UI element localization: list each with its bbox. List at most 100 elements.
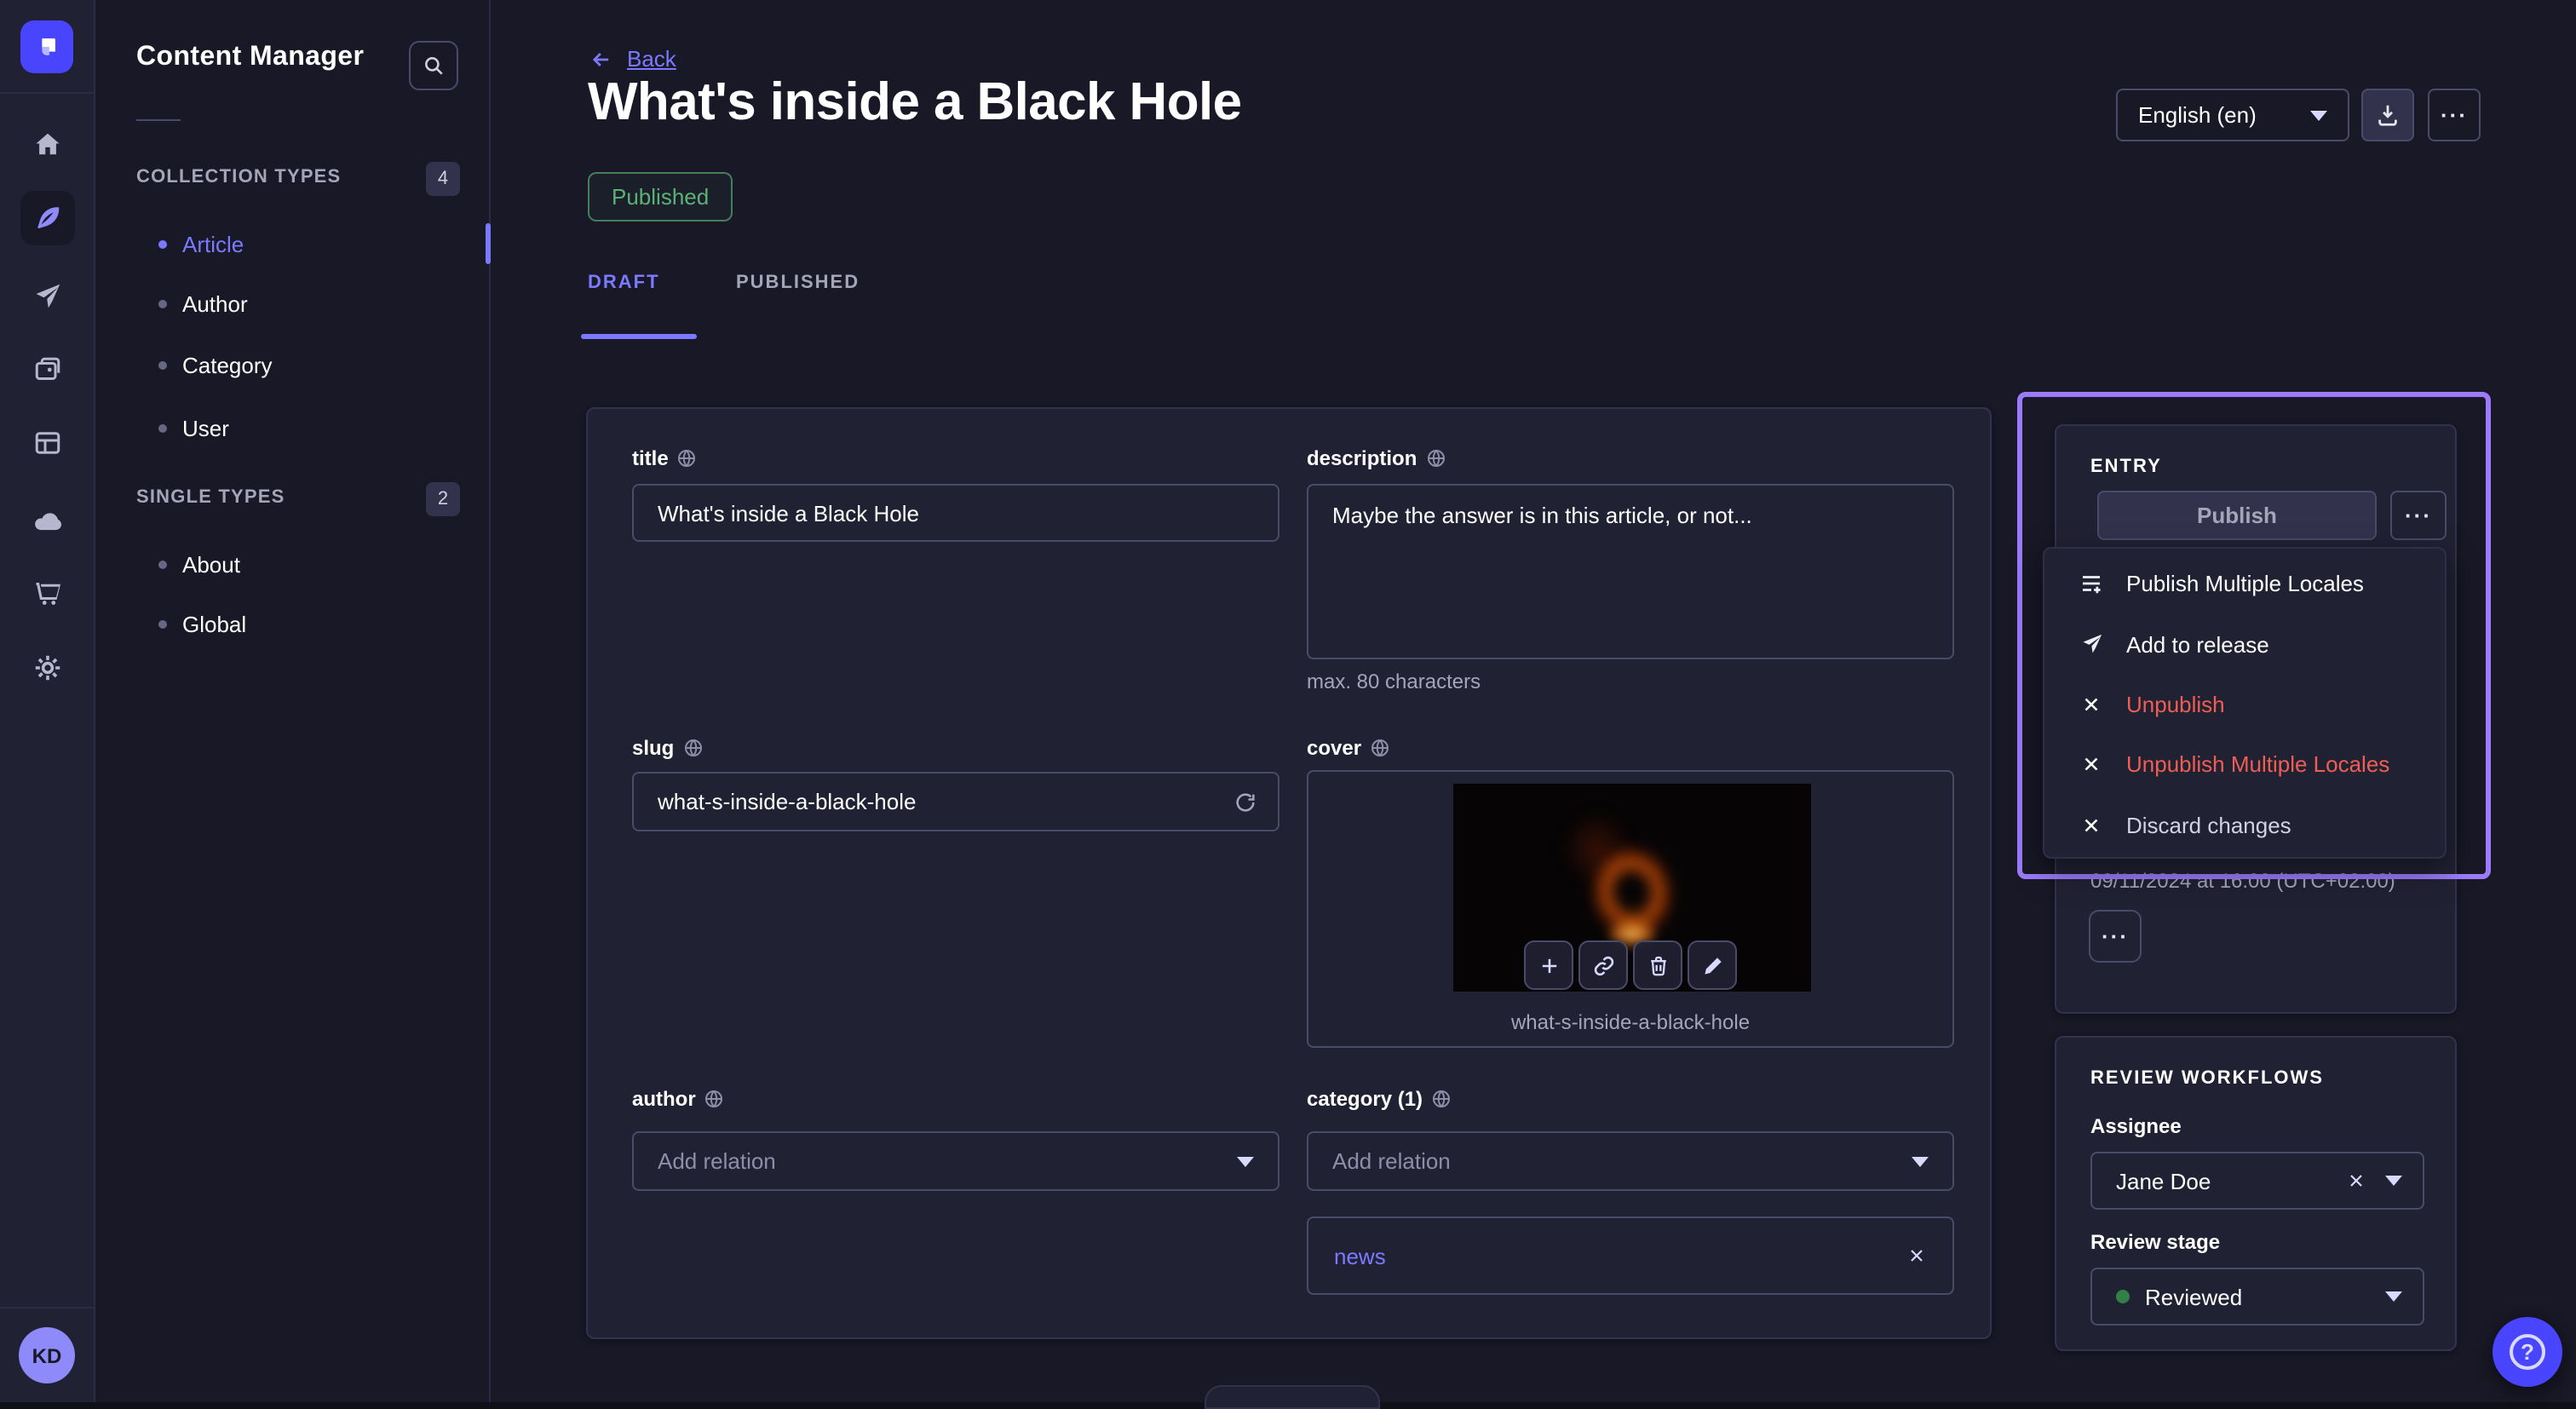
rail-divider: [0, 92, 95, 94]
media-library-icon[interactable]: [20, 342, 75, 397]
sidebar-item-label: Category: [182, 352, 273, 377]
review-workflows-card: REVIEW WORKFLOWS Assignee Jane Doe Revie…: [2055, 1036, 2457, 1351]
description-textarea[interactable]: Maybe the answer is in this article, or …: [1307, 484, 1954, 659]
menu-item-discard-changes[interactable]: Discard changes: [2044, 795, 2445, 855]
author-field-label: author: [632, 1087, 725, 1111]
trash-icon: [1646, 953, 1670, 977]
remove-relation-icon[interactable]: [1906, 1245, 1927, 1266]
locale-value: English (en): [2138, 102, 2257, 128]
relation-news-link[interactable]: news: [1334, 1243, 1386, 1268]
add-media-button[interactable]: [1524, 940, 1573, 990]
sidebar-item-user[interactable]: User: [158, 414, 229, 441]
question-mark-icon: ?: [2510, 1334, 2545, 1370]
slug-field-label: slug: [632, 736, 703, 760]
releases-plane-icon[interactable]: [20, 269, 75, 324]
bullet-icon: [158, 423, 167, 432]
entry-panel-title: ENTRY: [2090, 457, 2162, 477]
export-download-button[interactable]: [2361, 89, 2414, 141]
locale-select[interactable]: English (en): [2116, 89, 2349, 141]
plus-icon: [1537, 953, 1561, 977]
back-link[interactable]: Back: [589, 46, 676, 72]
globe-icon: [1370, 738, 1390, 758]
sidebar-item-article[interactable]: Article: [158, 230, 244, 257]
entry-secondary-more-button[interactable]: ···: [2089, 910, 2142, 963]
chevron-down-icon: [1237, 1156, 1254, 1166]
section-single-types: SINGLE TYPES: [136, 487, 285, 508]
download-icon: [2375, 102, 2401, 128]
ellipsis-icon: ···: [2405, 504, 2432, 526]
menu-item-publish-multiple-locales[interactable]: Publish Multiple Locales: [2044, 554, 2445, 614]
regenerate-icon[interactable]: [1233, 790, 1257, 814]
copy-link-button[interactable]: [1578, 940, 1628, 990]
settings-gear-icon[interactable]: [20, 641, 75, 695]
category-field-label: category (1): [1307, 1087, 1452, 1111]
main-content: Back What's inside a Black Hole Publishe…: [491, 0, 2576, 1402]
published-date: 09/11/2024 at 16:00 (UTC+02:00): [2090, 869, 2395, 893]
rail-bottom-divider: [0, 1307, 95, 1308]
chevron-down-icon: [2385, 1176, 2402, 1186]
user-avatar[interactable]: KD: [19, 1327, 75, 1383]
ellipsis-icon: ···: [2441, 104, 2468, 126]
sidebar-item-author[interactable]: Author: [158, 290, 248, 317]
sidebar-item-global[interactable]: Global: [158, 610, 246, 637]
category-placeholder: Add relation: [1332, 1148, 1451, 1174]
strapi-logo-icon[interactable]: [20, 20, 73, 73]
menu-item-unpublish[interactable]: Unpublish: [2044, 675, 2445, 735]
back-label: Back: [627, 46, 676, 72]
tab-published[interactable]: PUBLISHED: [736, 273, 860, 293]
entry-form-card: title description Maybe the answer is in…: [586, 407, 1992, 1339]
home-icon[interactable]: [20, 118, 75, 172]
review-stage-combobox[interactable]: Reviewed: [2090, 1268, 2424, 1326]
menu-item-label: Unpublish Multiple Locales: [2126, 752, 2389, 778]
clear-assignee-icon[interactable]: [2346, 1170, 2366, 1191]
menu-item-unpublish-multiple-locales[interactable]: Unpublish Multiple Locales: [2044, 734, 2445, 795]
sidebar-item-about[interactable]: About: [158, 550, 240, 578]
menu-item-add-to-release[interactable]: Add to release: [2044, 614, 2445, 675]
tab-draft[interactable]: DRAFT: [588, 273, 660, 293]
entry-more-button[interactable]: ···: [2390, 491, 2447, 540]
cross-icon: [2079, 693, 2104, 716]
cart-icon[interactable]: [20, 566, 75, 620]
chevron-down-icon: [2385, 1291, 2402, 1302]
publish-button[interactable]: Publish: [2097, 491, 2377, 540]
header-more-button[interactable]: ···: [2428, 89, 2481, 141]
title-field-label: title: [632, 446, 698, 470]
pencil-icon: [1700, 953, 1724, 977]
collapsed-bottom-pill[interactable]: [1205, 1385, 1380, 1409]
section-collection-types: COLLECTION TYPES: [136, 167, 341, 187]
cloud-icon[interactable]: [20, 492, 75, 547]
content-manager-feather-icon[interactable]: [20, 191, 75, 245]
entry-actions-menu: Publish Multiple Locales Add to release …: [2043, 547, 2447, 859]
edit-media-button[interactable]: [1688, 940, 1737, 990]
search-button[interactable]: [409, 41, 458, 90]
title-input[interactable]: [632, 484, 1279, 542]
sidebar-item-label: Author: [182, 290, 248, 316]
search-icon: [423, 55, 445, 77]
app-window: KD Content Manager COLLECTION TYPES 4 Ar…: [0, 0, 2576, 1402]
subnav-divider: [136, 119, 181, 121]
globe-icon: [1431, 1089, 1452, 1109]
link-icon: [1591, 953, 1615, 977]
assignee-combobox[interactable]: Jane Doe: [2090, 1152, 2424, 1210]
page-title: What's inside a Black Hole: [588, 72, 1242, 133]
icon-rail: KD: [0, 0, 95, 1402]
globe-icon: [1425, 448, 1446, 469]
cover-media-card: what-s-inside-a-black-hole: [1307, 770, 1954, 1048]
help-button[interactable]: ?: [2493, 1317, 2562, 1387]
single-types-count-badge: 2: [426, 482, 460, 516]
description-hint: max. 80 characters: [1307, 670, 1481, 693]
delete-media-button[interactable]: [1633, 940, 1682, 990]
menu-item-label: Discard changes: [2126, 813, 2291, 838]
sidebar-item-category[interactable]: Category: [158, 351, 273, 378]
bullet-icon: [158, 360, 167, 369]
content-manager-subnav: Content Manager COLLECTION TYPES 4 Artic…: [95, 0, 491, 1402]
assignee-label: Assignee: [2090, 1114, 2182, 1138]
slug-input[interactable]: what-s-inside-a-black-hole: [632, 772, 1279, 831]
collection-types-count-badge: 4: [426, 162, 460, 196]
review-stage-label: Review stage: [2090, 1230, 2220, 1254]
category-relation-combobox[interactable]: Add relation: [1307, 1131, 1954, 1191]
author-relation-combobox[interactable]: Add relation: [632, 1131, 1279, 1191]
bullet-icon: [158, 299, 167, 308]
tab-active-underline: [581, 334, 697, 339]
layout-icon[interactable]: [20, 416, 75, 470]
